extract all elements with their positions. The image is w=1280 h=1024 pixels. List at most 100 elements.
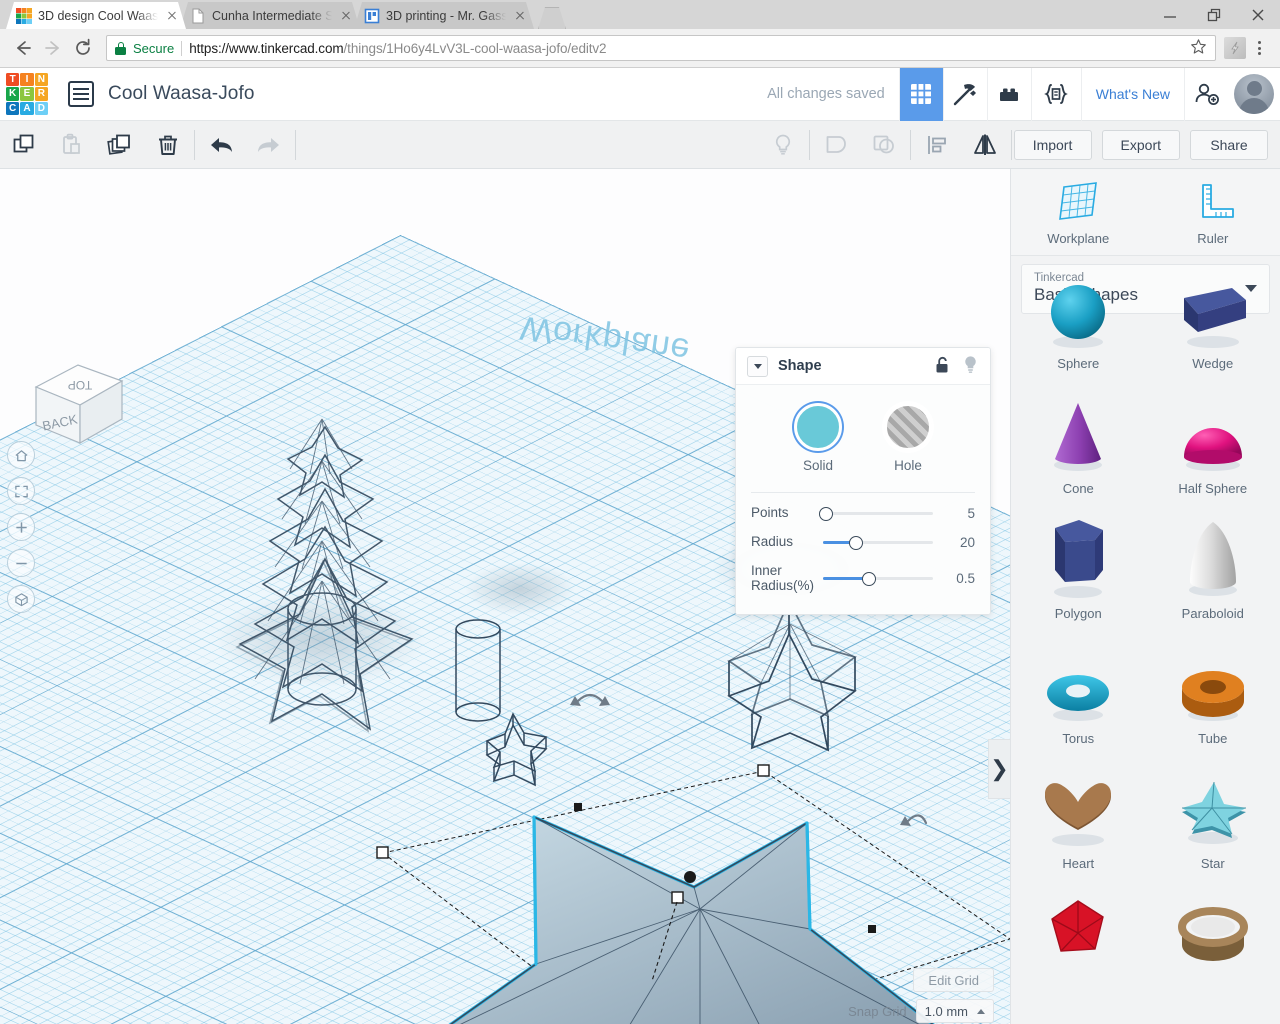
fit-all-icon[interactable] bbox=[7, 477, 35, 505]
view-cube[interactable]: TOP BACK bbox=[18, 359, 128, 449]
divider bbox=[181, 40, 183, 56]
tinkercad-icon bbox=[16, 8, 32, 24]
hole-option[interactable]: Hole bbox=[884, 403, 932, 473]
sidebar-item-ruler[interactable]: Ruler bbox=[1146, 169, 1280, 255]
copy-button[interactable] bbox=[0, 121, 48, 169]
shape-label: Half Sphere bbox=[1178, 481, 1248, 496]
grid-view-button[interactable] bbox=[898, 67, 943, 121]
browser-tab-2[interactable]: 3D printing - Mr. Gasser bbox=[354, 2, 534, 29]
shape-item-ring[interactable] bbox=[1146, 883, 1280, 985]
shape-item-paraboloid[interactable]: Paraboloid bbox=[1146, 508, 1280, 625]
edit-toolbar: Import Export Share bbox=[0, 121, 1280, 169]
trash-icon[interactable] bbox=[144, 121, 192, 169]
logo-tile-a: A bbox=[20, 101, 34, 115]
hole-pattern-swatch[interactable] bbox=[884, 403, 932, 451]
shape-item-sphere[interactable]: Sphere bbox=[1011, 258, 1146, 375]
url-text: https://www.tinkercad.com/things/1Ho6y4L… bbox=[189, 41, 606, 56]
sidebar-item-workplane[interactable]: Workplane bbox=[1011, 169, 1146, 255]
slider-value[interactable]: 20 bbox=[943, 535, 975, 550]
codeblocks-button[interactable] bbox=[942, 67, 987, 121]
document-icon bbox=[190, 8, 206, 24]
solid-color-swatch[interactable] bbox=[794, 403, 842, 451]
plus-icon[interactable] bbox=[7, 513, 35, 541]
close-icon[interactable] bbox=[512, 8, 528, 24]
slider-track[interactable] bbox=[823, 571, 933, 586]
edit-grid-button[interactable]: Edit Grid bbox=[913, 968, 994, 992]
shape-item-heart[interactable]: Heart bbox=[1011, 758, 1146, 875]
minus-icon[interactable] bbox=[7, 549, 35, 577]
shape-item-wedge[interactable]: Wedge bbox=[1146, 258, 1280, 375]
shape-item-cone[interactable]: Cone bbox=[1011, 383, 1146, 500]
chevron-down-icon[interactable] bbox=[747, 355, 768, 377]
header-right-cluster: All changes saved What's New bbox=[767, 67, 1280, 121]
browser-tab-0[interactable]: 3D design Cool Waasa-J bbox=[6, 2, 186, 29]
wedge-icon bbox=[1146, 264, 1280, 350]
reload-icon[interactable] bbox=[68, 33, 98, 63]
bricks-button[interactable] bbox=[986, 67, 1031, 121]
sidebar-tool-label: Ruler bbox=[1197, 231, 1229, 246]
shape-item-torus[interactable]: Torus bbox=[1011, 633, 1146, 750]
close-icon[interactable] bbox=[338, 8, 354, 24]
back-arrow-icon[interactable] bbox=[8, 33, 38, 63]
page-title: Cool Waasa-Jofo bbox=[108, 83, 255, 104]
lightbulb-icon[interactable] bbox=[962, 355, 979, 377]
shape-gallery[interactable]: Sphere Wedge Cone Half Sphere Polygon Pa… bbox=[1011, 252, 1280, 1024]
new-tab-button[interactable] bbox=[538, 7, 566, 29]
align-icon[interactable] bbox=[913, 121, 961, 169]
shape-inspector-panel[interactable]: Shape Solid Hole Points 5 Radius 20 Inne… bbox=[735, 347, 991, 615]
sphere-icon bbox=[1011, 264, 1146, 350]
browser-toolbar: Secure https://www.tinkercad.com/things/… bbox=[0, 29, 1280, 68]
slider-track[interactable] bbox=[819, 506, 933, 521]
shape-item-half-sphere[interactable]: Half Sphere bbox=[1146, 383, 1280, 500]
export-button[interactable]: Export bbox=[1101, 129, 1180, 160]
mirror-icon[interactable] bbox=[961, 121, 1009, 169]
browser-menu-icon[interactable] bbox=[1246, 41, 1272, 55]
shape-item-polygon[interactable]: Polygon bbox=[1011, 508, 1146, 625]
close-icon[interactable] bbox=[1236, 0, 1280, 29]
close-icon[interactable] bbox=[164, 8, 180, 24]
share-button[interactable]: Share bbox=[1190, 129, 1268, 160]
import-button[interactable]: Import bbox=[1013, 129, 1092, 160]
minimize-icon[interactable] bbox=[1148, 0, 1192, 29]
add-person-icon[interactable] bbox=[1184, 67, 1228, 121]
browser-tab-title: 3D design Cool Waasa-J bbox=[38, 8, 158, 23]
slider-value[interactable]: 0.5 bbox=[943, 571, 975, 586]
star-icon[interactable] bbox=[1190, 38, 1207, 58]
slider-label: Points bbox=[751, 505, 789, 521]
duplicate-button[interactable] bbox=[96, 121, 144, 169]
slider-inner-radius[interactable]: Inner Radius(%) 0.5 bbox=[736, 557, 990, 601]
whats-new-link[interactable]: What's New bbox=[1080, 67, 1184, 121]
snap-grid-row: Snap Grid 1.0 mm bbox=[848, 999, 994, 1023]
address-bar[interactable]: Secure https://www.tinkercad.com/things/… bbox=[106, 35, 1216, 61]
snap-grid-select[interactable]: 1.0 mm bbox=[915, 999, 994, 1023]
cube-view-icon[interactable] bbox=[7, 585, 35, 613]
3d-canvas[interactable]: Workplane TOP BACK ❯ Edit Grid Snap Grid… bbox=[0, 169, 1010, 1024]
extension-icon[interactable] bbox=[1224, 37, 1246, 59]
shape-item-star[interactable]: Star bbox=[1146, 758, 1280, 875]
home-icon[interactable] bbox=[7, 441, 35, 469]
lock-icon bbox=[115, 41, 126, 55]
restore-icon[interactable] bbox=[1192, 0, 1236, 29]
browser-tab-1[interactable]: Cunha Intermediate Sch bbox=[180, 2, 360, 29]
list-icon[interactable] bbox=[68, 81, 94, 107]
slider-track[interactable] bbox=[823, 535, 933, 550]
shape-item-tube[interactable]: Tube bbox=[1146, 633, 1280, 750]
slider-points[interactable]: Points 5 bbox=[736, 499, 990, 528]
avatar[interactable] bbox=[1234, 74, 1274, 114]
solid-option[interactable]: Solid bbox=[794, 403, 842, 473]
shape-label: Torus bbox=[1062, 731, 1095, 746]
shape-label: Heart bbox=[1062, 856, 1095, 871]
panel-collapse-button[interactable]: ❯ bbox=[988, 739, 1010, 799]
tinkercad-logo-icon[interactable]: T I N K E R C A D bbox=[4, 71, 50, 117]
slider-value[interactable]: 5 bbox=[943, 506, 975, 521]
blocks-button[interactable] bbox=[1030, 67, 1081, 121]
shape-item-icosahedron[interactable] bbox=[1011, 883, 1146, 985]
undo-arrow-icon[interactable] bbox=[197, 121, 245, 169]
forward-arrow-icon bbox=[38, 33, 68, 63]
slider-radius[interactable]: Radius 20 bbox=[736, 528, 990, 557]
redo-arrow-icon bbox=[245, 121, 293, 169]
browser-tabstrip: 3D design Cool Waasa-J Cunha Intermediat… bbox=[0, 0, 1280, 29]
shape-label: Polygon bbox=[1054, 606, 1102, 621]
group-shapes-icon bbox=[812, 121, 860, 169]
unlock-icon[interactable] bbox=[934, 356, 951, 377]
